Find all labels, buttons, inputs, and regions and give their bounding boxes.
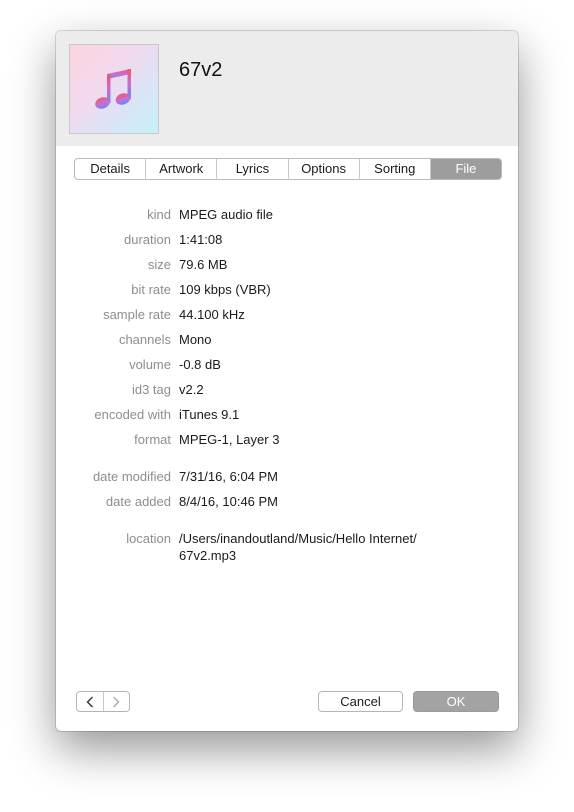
sample-rate-label: sample rate [103, 307, 171, 322]
tab-lyrics[interactable]: Lyrics [217, 159, 289, 179]
sample-rate-value: 44.100 kHz [179, 307, 245, 322]
location-label: location [126, 531, 171, 546]
duration-value: 1:41:08 [179, 232, 223, 247]
volume-value: -0.8 dB [179, 357, 221, 372]
info-row-kind: kind MPEG audio file [56, 203, 518, 228]
channels-label: channels [118, 332, 171, 347]
track-navigation [76, 691, 130, 712]
duration-label: duration [124, 232, 171, 247]
song-info-dialog: 67v2 Details Artwork Lyrics Options Sort… [56, 31, 518, 731]
date-modified-value: 7/31/16, 6:04 PM [179, 469, 279, 484]
info-row-format: format MPEG-1, Layer 3 [56, 428, 518, 453]
volume-label: volume [129, 357, 171, 372]
kind-value: MPEG audio file [179, 207, 273, 222]
kind-label: kind [147, 207, 171, 222]
encoded-with-label: encoded with [94, 407, 171, 422]
ok-button[interactable]: OK [413, 691, 499, 712]
tab-sorting[interactable]: Sorting [360, 159, 431, 179]
date-modified-label: date modified [92, 469, 171, 484]
next-track-button[interactable] [104, 692, 130, 711]
cancel-button[interactable]: Cancel [318, 691, 403, 712]
info-row-duration: duration 1:41:08 [56, 228, 518, 253]
location-value: /Users/inandoutland/Music/Hello Internet… [179, 531, 417, 563]
date-added-label: date added [105, 494, 171, 509]
dialog-header: 67v2 [56, 31, 518, 146]
tab-file[interactable]: File [430, 159, 501, 179]
encoded-with-value: iTunes 9.1 [179, 407, 240, 422]
music-note-icon [95, 69, 131, 109]
info-row-encoded-with: encoded with iTunes 9.1 [56, 403, 518, 428]
track-title: 67v2 [179, 59, 223, 81]
info-row-size: size 79.6 MB [56, 253, 518, 278]
id3-tag-value: v2.2 [179, 382, 204, 397]
info-row-date-modified: date modified 7/31/16, 6:04 PM [56, 465, 518, 490]
album-artwork[interactable] [69, 44, 159, 134]
chevron-right-icon [113, 696, 120, 707]
format-value: MPEG-1, Layer 3 [179, 432, 280, 447]
info-row-id3-tag: id3 tag v2.2 [56, 378, 518, 403]
size-value: 79.6 MB [179, 257, 228, 272]
tab-options[interactable]: Options [289, 159, 360, 179]
bit-rate-label: bit rate [131, 282, 171, 297]
info-row-channels: channels Mono [56, 328, 518, 353]
tab-details[interactable]: Details [75, 159, 147, 179]
date-added-value: 8/4/16, 10:46 PM [179, 494, 279, 509]
info-row-sample-rate: sample rate 44.100 kHz [56, 303, 518, 328]
id3-tag-label: id3 tag [131, 382, 171, 397]
file-info-list: kind MPEG audio file duration 1:41:08 si… [56, 203, 518, 567]
bit-rate-value: 109 kbps (VBR) [179, 282, 271, 297]
channels-value: Mono [179, 332, 212, 347]
previous-track-button[interactable] [77, 692, 104, 711]
info-row-date-added: date added 8/4/16, 10:46 PM [56, 490, 518, 515]
info-row-location: location /Users/inandoutland/Music/Hello… [56, 527, 518, 567]
chevron-left-icon [86, 696, 93, 707]
tab-artwork[interactable]: Artwork [146, 159, 218, 179]
size-label: size [147, 257, 171, 272]
info-row-volume: volume -0.8 dB [56, 353, 518, 378]
format-label: format [134, 432, 171, 447]
info-row-bit-rate: bit rate 109 kbps (VBR) [56, 278, 518, 303]
info-tabs: Details Artwork Lyrics Options Sorting F… [74, 158, 502, 180]
